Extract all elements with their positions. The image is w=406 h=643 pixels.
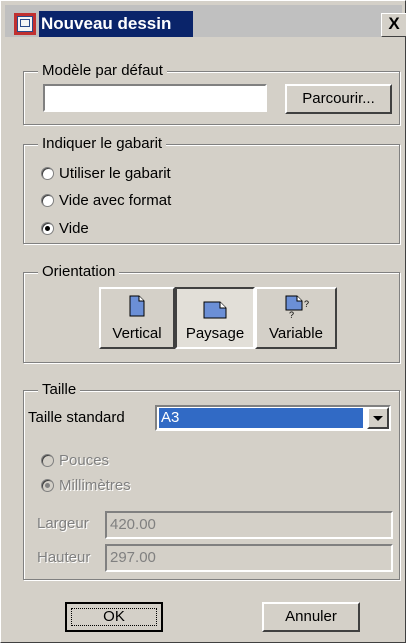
height-field[interactable]: 297.00 (105, 544, 393, 572)
height-label: Hauteur (37, 549, 91, 566)
standard-size-dropdown[interactable]: A3 (155, 405, 391, 431)
radio-button-icon (41, 454, 54, 467)
radio-millimeters-label: Millimètres (59, 477, 131, 494)
radio-button-icon (41, 194, 54, 207)
standard-size-value: A3 (159, 408, 363, 428)
radio-empty-label: Vide (59, 220, 89, 237)
standard-size-label: Taille standard (28, 409, 125, 426)
width-field[interactable]: 420.00 (105, 511, 393, 539)
orientation-landscape-button[interactable]: Paysage (175, 287, 255, 349)
dialog-title: Nouveau dessin (41, 14, 172, 33)
orientation-vertical-label: Vertical (112, 325, 162, 342)
ok-button[interactable]: OK (65, 602, 163, 632)
radio-empty-with-format-label: Vide avec format (59, 192, 172, 209)
new-drawing-dialog: Nouveau dessin X Modèle par défaut Parco… (0, 0, 406, 643)
width-label: Largeur (37, 515, 89, 532)
template-path-input[interactable] (43, 84, 267, 112)
orientation-legend: Orientation (38, 262, 120, 282)
radio-use-format-label: Utiliser le gabarit (59, 165, 171, 182)
orientation-vertical-button[interactable]: Vertical (99, 287, 175, 349)
chevron-down-icon[interactable] (367, 407, 389, 429)
drawing-app-icon (14, 13, 36, 35)
radio-inches-label: Pouces (59, 452, 110, 469)
orientation-landscape-label: Paysage (185, 325, 245, 342)
radio-button-selected-icon (41, 222, 54, 235)
cancel-button[interactable]: Annuler (262, 602, 360, 632)
default-template-legend: Modèle par défaut (38, 61, 167, 81)
landscape-page-icon (203, 301, 227, 319)
svg-text:?: ? (304, 299, 309, 309)
size-legend: Taille (38, 380, 81, 400)
svg-text:?: ? (289, 310, 294, 319)
browse-button[interactable]: Parcourir... (285, 84, 392, 114)
close-button[interactable]: X (381, 13, 406, 37)
focus-indicator (71, 608, 157, 626)
radio-button-selected-icon (41, 479, 54, 492)
variable-page-icon: ? ? (285, 295, 309, 319)
orientation-variable-label: Variable (269, 325, 323, 342)
format-legend: Indiquer le gabarit (38, 134, 167, 154)
portrait-page-icon (129, 295, 145, 317)
radio-button-icon (41, 167, 54, 180)
orientation-variable-button[interactable]: ? ? Variable (255, 287, 337, 349)
